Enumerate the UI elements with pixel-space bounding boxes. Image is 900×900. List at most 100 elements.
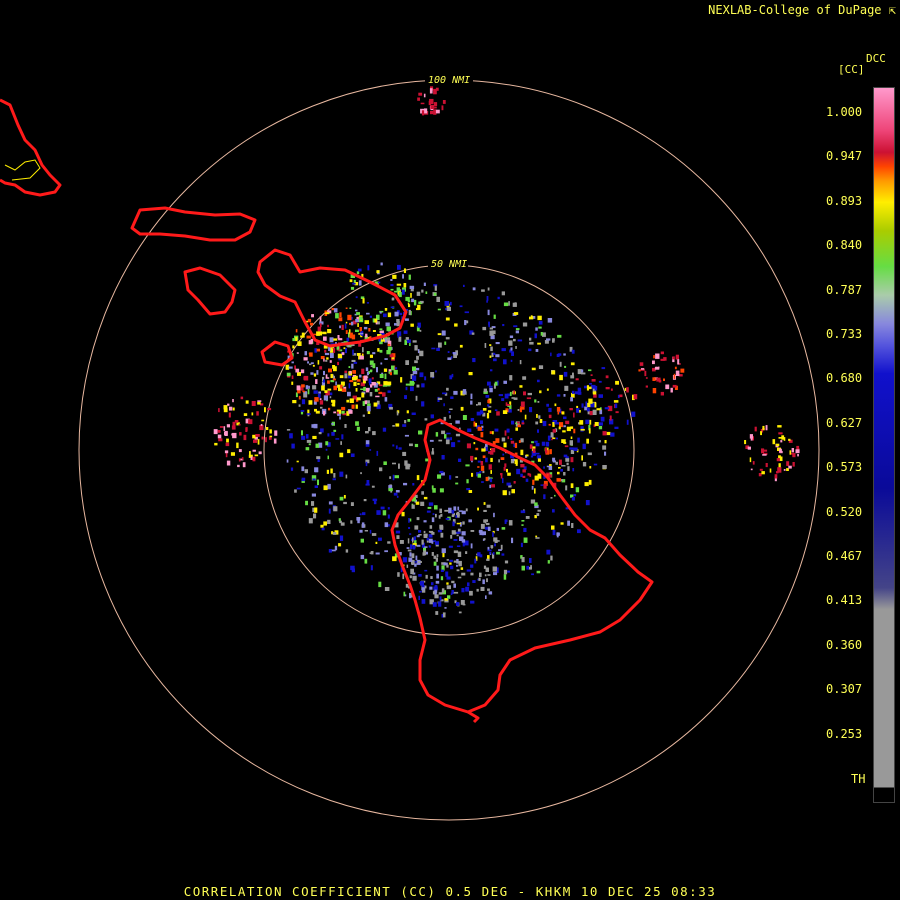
radar-echo-pixel xyxy=(479,410,484,415)
radar-echo-pixel xyxy=(594,422,599,426)
radar-echo-pixel xyxy=(312,478,316,481)
radar-echo-pixel xyxy=(369,529,372,534)
radar-echo-pixel xyxy=(563,472,566,476)
radar-echo-pixel xyxy=(301,430,303,436)
radar-echo-pixel xyxy=(365,483,370,486)
radar-echo-pixel xyxy=(492,566,497,572)
radar-echo-pixel xyxy=(351,404,355,409)
radar-echo-pixel xyxy=(535,442,540,447)
radar-echo-pixel xyxy=(227,403,230,406)
legend-tick-label: 0.520 xyxy=(826,504,863,519)
radar-echo-pixel xyxy=(483,388,487,393)
radar-echo-pixel xyxy=(430,110,434,115)
radar-echo-pixel xyxy=(371,377,374,380)
radar-echo-pixel xyxy=(385,322,390,327)
radar-echo-pixel xyxy=(413,536,416,541)
radar-echo-pixel xyxy=(403,482,408,486)
radar-echo-pixel xyxy=(537,401,540,403)
radar-echo-pixel xyxy=(552,429,556,433)
radar-echo-pixel xyxy=(416,384,420,388)
radar-echo-pixel xyxy=(416,475,420,481)
radar-echo-pixel xyxy=(546,549,551,555)
radar-echo-pixel xyxy=(502,490,507,496)
radar-echo-pixel xyxy=(674,366,677,370)
radar-echo-pixel xyxy=(557,471,560,475)
radar-echo-pixel xyxy=(493,358,497,362)
radar-echo-pixel xyxy=(366,371,369,376)
radar-echo-pixel xyxy=(449,415,451,419)
radar-echo-pixel xyxy=(359,529,363,533)
radar-echo-pixel xyxy=(449,562,452,565)
radar-echo-pixel xyxy=(480,420,483,425)
radar-echo-pixel xyxy=(531,441,534,444)
radar-echo-pixel xyxy=(480,465,485,471)
radar-echo-pixel xyxy=(392,425,395,427)
radar-echo-pixel xyxy=(301,466,305,472)
radar-echo-pixel xyxy=(408,527,411,529)
radar-echo-pixel xyxy=(291,443,295,449)
radar-echo-pixel xyxy=(356,517,361,521)
radar-echo-pixel xyxy=(760,431,762,436)
radar-echo-pixel xyxy=(226,438,229,443)
radar-echo-pixel xyxy=(776,458,780,462)
radar-echo-pixel xyxy=(379,330,384,334)
radar-echo-pixel xyxy=(521,520,525,522)
radar-echo-pixel xyxy=(339,375,344,379)
radar-echo-pixel xyxy=(522,475,526,478)
radar-echo-pixel xyxy=(415,501,420,505)
radar-echo-pixel xyxy=(521,565,525,571)
radar-echo-pixel xyxy=(670,387,673,393)
radar-echo-pixel xyxy=(409,575,412,579)
legend-tick-label: 0.840 xyxy=(826,238,863,253)
radar-echo-pixel xyxy=(285,364,290,370)
radar-echo-pixel xyxy=(307,318,312,323)
radar-echo-pixel xyxy=(437,529,442,533)
radar-echo-pixel xyxy=(498,394,503,397)
radar-echo-pixel xyxy=(467,582,470,587)
radar-echo-pixel xyxy=(356,271,360,275)
radar-echo-pixel xyxy=(486,296,489,301)
radar-echo-pixel xyxy=(461,539,466,543)
radar-echo-pixel xyxy=(487,526,491,531)
legend-tick-label: 0.413 xyxy=(826,593,863,608)
radar-echo-pixel xyxy=(435,370,437,373)
radar-echo-pixel xyxy=(504,560,509,564)
radar-echo-pixel xyxy=(559,459,562,465)
radar-echo-pixel xyxy=(560,479,563,482)
radar-echo-pixel xyxy=(494,539,498,543)
radar-echo-pixel xyxy=(403,591,406,597)
radar-echo-pixel xyxy=(497,296,500,300)
radar-echo-pixel xyxy=(332,365,336,369)
radar-echo-pixel xyxy=(407,549,412,552)
radar-echo-pixel xyxy=(560,469,563,472)
radar-echo-pixel xyxy=(434,285,437,291)
radar-echo-pixel xyxy=(460,567,464,570)
radar-echo-pixel xyxy=(404,420,407,424)
radar-echo-pixel xyxy=(531,367,536,371)
radar-echo-pixel xyxy=(401,289,405,295)
radar-echo-pixel xyxy=(615,380,619,385)
radar-echo-pixel xyxy=(550,432,554,438)
radar-echo-pixel xyxy=(380,262,383,266)
radar-echo-pixel xyxy=(752,461,755,465)
radar-echo-pixel xyxy=(778,437,782,439)
popout-icon[interactable]: ⇱ xyxy=(889,3,896,17)
radar-echo-pixel xyxy=(515,346,517,349)
legend-tick-label: 0.787 xyxy=(826,282,863,297)
radar-echo-pixel xyxy=(431,552,434,556)
radar-echo-pixel xyxy=(750,468,753,471)
radar-echo-pixel xyxy=(575,378,579,381)
radar-echo-pixel xyxy=(454,323,458,327)
radar-echo-pixel xyxy=(498,459,500,463)
radar-echo-pixel xyxy=(483,519,486,523)
radar-echo-pixel xyxy=(626,419,629,425)
radar-echo-pixel xyxy=(615,411,619,414)
radar-echo-pixel xyxy=(489,327,493,330)
radar-echo-pixel xyxy=(238,423,241,426)
radar-echo-pixel xyxy=(387,312,392,318)
radar-echo-pixel xyxy=(343,495,346,499)
radar-echo-pixel xyxy=(778,432,783,435)
radar-echo-pixel xyxy=(254,454,259,457)
radar-echo-pixel xyxy=(396,495,399,498)
radar-echo-pixel xyxy=(356,397,361,401)
